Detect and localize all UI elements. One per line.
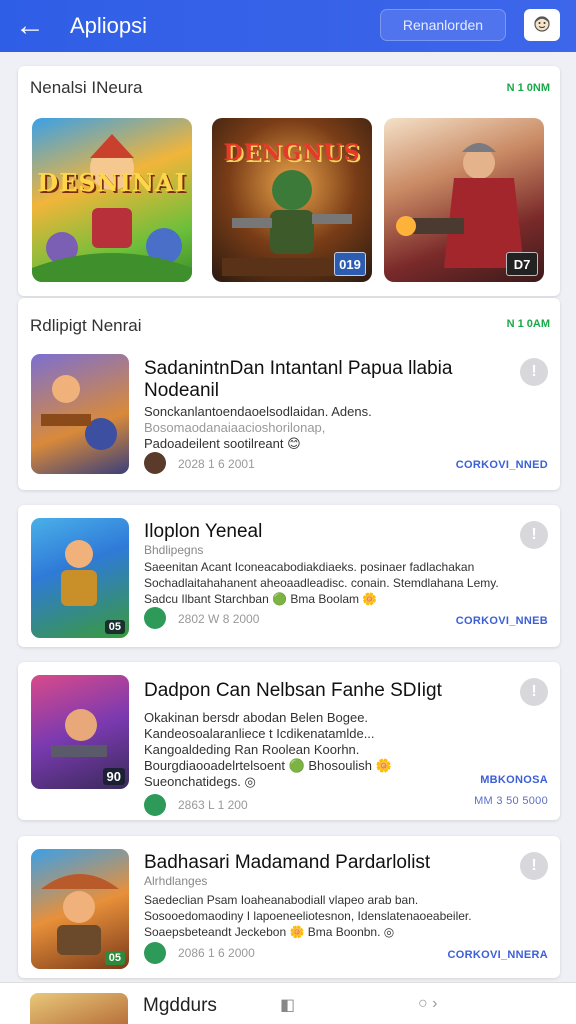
- game-art-image: [41, 375, 117, 450]
- page-title: Apliopsi: [70, 13, 148, 38]
- featured-tile-badge: D7: [506, 252, 538, 276]
- app-icon: 05: [31, 518, 129, 638]
- item-date: 2802 W 8 2000: [178, 612, 260, 626]
- list-section: Rdlipigt Nenrai N 1 0AM SadanintnDan Int…: [18, 298, 560, 490]
- info-icon: !: [531, 363, 537, 380]
- app-icon: 90: [31, 675, 129, 789]
- info-button[interactable]: !: [520, 852, 548, 880]
- profile-button[interactable]: [524, 9, 560, 41]
- icon-badge: 05: [104, 620, 125, 634]
- item-title: Badhasari Madamand Pardarlolist: [144, 852, 431, 873]
- bottom-nav-search-icon[interactable]: ○ ›: [418, 995, 437, 1013]
- info-icon: !: [531, 857, 537, 874]
- featured-section-title: Nenalsi INeura: [30, 78, 143, 97]
- app-icon: [31, 354, 129, 474]
- item-link[interactable]: CORKOVI_NNED: [456, 459, 548, 471]
- list-item[interactable]: 05 Iloplon Yeneal Bhdlipegns Saeenitan A…: [18, 505, 560, 647]
- item-link[interactable]: CORKOVI_NNERA: [448, 949, 548, 961]
- item-date: 2863 L 1 200: [178, 798, 248, 812]
- item-secondary-link[interactable]: MM 3 50 5000: [474, 795, 548, 807]
- info-button[interactable]: !: [520, 521, 548, 549]
- list-section-title: Rdlipigt Nenrai: [30, 316, 142, 335]
- item-title: SadanintnDan Intantanl Papua llabia Node…: [144, 358, 453, 401]
- item-link[interactable]: MBKONOSA: [480, 774, 548, 786]
- avatar: [144, 452, 166, 474]
- list-section-meta: N 1 0AM: [506, 318, 550, 330]
- featured-section: Nenalsi INeura N 1 0NM DESNINAI DENGNUS …: [18, 66, 560, 296]
- item-link[interactable]: CORKOVI_NNEB: [456, 615, 548, 627]
- item-description: Saedeclian Psam Ioaheanabodiall vlapeo a…: [144, 893, 472, 939]
- item-subtitle: Alrhdlanges: [144, 874, 208, 888]
- featured-game-tile-3[interactable]: D7: [384, 118, 544, 282]
- item-title: Dadpon Can Nelbsan Fanhe SDIigt: [144, 680, 442, 701]
- featured-tile-art-title: DENGNUS: [223, 140, 361, 166]
- featured-game-tile-2[interactable]: DENGNUS 019: [212, 118, 372, 282]
- bottom-bar: Mgddurs ◧ ○ ›: [0, 982, 576, 1024]
- back-arrow-icon: ←: [15, 9, 45, 42]
- info-icon: !: [531, 526, 537, 543]
- icon-badge: 90: [102, 768, 125, 785]
- item-description: Saeenitan Acant Iconeacabodiakdiaeks. po…: [144, 560, 499, 606]
- featured-tile-art-title: DESNINAI: [37, 168, 187, 197]
- avatar: [144, 794, 166, 816]
- icon-badge: 05: [104, 951, 125, 965]
- app-icon[interactable]: [30, 993, 128, 1024]
- item-subtitle: Bhdlipegns: [144, 543, 204, 557]
- info-icon: !: [531, 683, 537, 700]
- featured-tile-badge: 019: [334, 252, 366, 276]
- featured-game-tile-1[interactable]: DESNINAI: [32, 118, 192, 282]
- bottom-nav-audio-icon[interactable]: ◧: [280, 995, 295, 1015]
- featured-section-meta: N 1 0NM: [506, 82, 550, 94]
- item-title: Iloplon Yeneal: [144, 521, 263, 542]
- app-icon: 05: [31, 849, 129, 969]
- list-item[interactable]: 05 Badhasari Madamand Pardarlolist Alrhd…: [18, 836, 560, 978]
- item-description: Sonckanlantoendaoelsodlaidan. Adens. Bos…: [144, 404, 372, 451]
- info-button[interactable]: !: [520, 358, 548, 386]
- list-item[interactable]: 90 Dadpon Can Nelbsan Fanhe SDIigt Okaki…: [18, 662, 560, 820]
- game-art-image: [32, 134, 192, 282]
- avatar: [144, 607, 166, 629]
- user-avatar-icon: [534, 16, 550, 32]
- bottom-bar-title: Mgddurs: [143, 995, 217, 1016]
- item-date: 2028 1 6 2001: [178, 457, 255, 471]
- item-date: 2086 1 6 2000: [178, 946, 255, 960]
- back-button[interactable]: ←: [0, 0, 60, 52]
- avatar: [144, 942, 166, 964]
- app-bar: ← Apliopsi Renanlorden: [0, 0, 576, 52]
- info-button[interactable]: !: [520, 678, 548, 706]
- header-action-button[interactable]: Renanlorden: [380, 9, 506, 41]
